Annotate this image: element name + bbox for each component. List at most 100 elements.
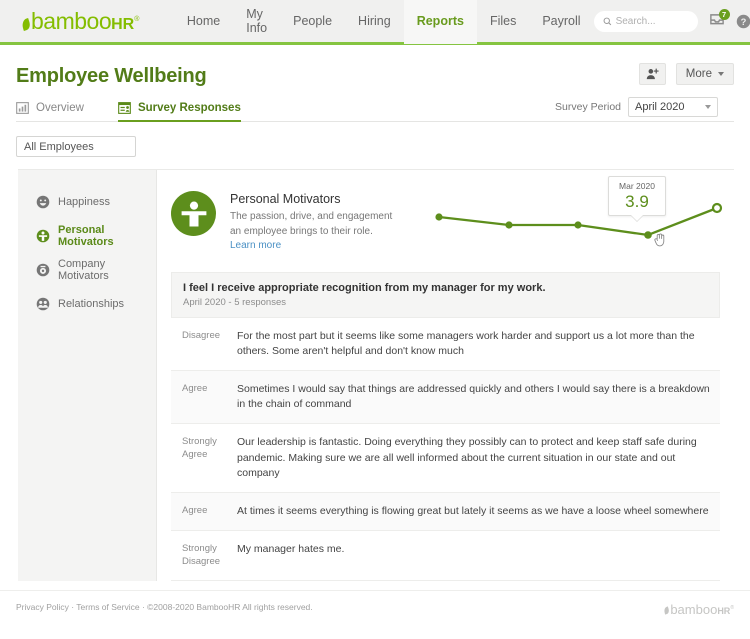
top-navigation-bar: bamboo HR ® Home My Info People Hiring Rep… [0,0,750,45]
footer-bamboohr-logo: bamboo HR ® [663,602,734,617]
tab-survey-responses[interactable]: Survey Responses [117,102,255,122]
relationships-icon [36,297,50,310]
survey-period-select[interactable]: April 2020 [628,97,718,117]
question-text: I feel I receive appropriate recognition… [183,281,546,294]
nav-item-people[interactable]: People [280,0,345,44]
bar-chart-icon [16,102,29,114]
learn-more-link[interactable]: Learn more [230,240,281,251]
help-button[interactable]: ? [736,14,750,29]
survey-period-label: Survey Period [555,101,621,113]
sidebar-item-label: Happiness [58,195,110,208]
table-row: Strongly Disagree My manager hates me. [171,531,720,581]
category-description-text: The passion, drive, and engagement an em… [230,211,393,237]
search-placeholder-text: Search... [615,15,656,27]
employee-filter-value: All Employees [24,140,94,153]
data-point-0[interactable] [435,213,443,221]
footer-logo-registered-mark: ® [730,605,734,611]
add-person-icon [646,68,659,80]
tooltip-score-value: 3.9 [625,192,649,212]
footer-legal-text[interactable]: Privacy Policy · Terms of Service · ©200… [16,602,313,612]
sidebar-item-label: Personal Motivators [58,223,114,248]
survey-period-control: Survey Period April 2020 [555,97,718,117]
main-nav-items: Home My Info People Hiring Reports Files… [174,0,594,44]
response-text: Our leadership is fantastic. Doing every… [237,436,697,479]
sidebar-item-company-motivators[interactable]: Company Motivators [18,257,156,282]
notification-count-badge: 7 [718,9,730,20]
nav-item-reports[interactable]: Reports [403,0,477,44]
nav-item-files[interactable]: Files [477,0,529,44]
response-text: At times it seems everything is flowing … [237,505,709,518]
sidebar-item-happiness[interactable]: Happiness [18,190,156,213]
more-button-label: More [685,68,712,80]
response-text: Sometimes I would say that things are ad… [237,382,710,411]
logo-registered-mark: ® [134,15,139,23]
more-button[interactable]: More [675,63,734,85]
nav-item-hiring[interactable]: Hiring [345,0,404,44]
data-point-1[interactable] [505,221,513,229]
page-title: Employee Wellbeing [16,65,207,87]
category-description: The passion, drive, and engagement an em… [230,210,400,254]
search-icon [603,17,611,25]
chart-tooltip: Mar 2020 3.9 [608,176,666,222]
report-body: Happiness Personal Motivators Company Mo… [18,169,734,581]
hand-cursor-icon [654,233,665,247]
table-row: Agree Sometimes I would say that things … [171,370,720,425]
nav-right-controls: Search... 7 ? [593,9,750,32]
response-text: For the most part but it seems like some… [237,329,695,357]
notifications-button[interactable]: 7 [709,9,730,28]
sparkline-svg [435,202,723,239]
chevron-down-icon [705,105,711,109]
nav-item-my-info[interactable]: My Info [233,0,280,44]
personal-motivators-icon [36,229,50,242]
tooltip-period-label: Mar 2020 [619,181,655,191]
page-footer: Privacy Policy · Terms of Service · ©200… [0,590,750,639]
survey-period-value: April 2020 [635,101,685,113]
footer-logo-bamboo-text: bamboo [670,602,718,617]
data-point-2[interactable] [574,221,582,229]
chevron-down-icon [718,72,724,76]
sidebar-item-personal-motivators[interactable]: Personal Motivators [18,223,156,248]
sidebar-item-label: Company Motivators [58,257,109,282]
response-text: My manager hates me. [237,543,345,556]
add-person-button[interactable] [638,63,666,85]
tab-survey-responses-label: Survey Responses [137,102,241,114]
response-rating: Strongly Agree [182,436,217,461]
response-rating: Strongly Disagree [182,543,221,568]
logo-hr-text: HR [111,15,135,33]
response-rating: Disagree [182,329,221,341]
data-point-3-highlighted[interactable] [644,231,652,239]
tooltip-arrow [631,215,643,222]
table-row: Disagree For the most part but it seems … [171,318,720,371]
nav-item-payroll[interactable]: Payroll [529,0,593,44]
filter-row: All Employees [0,122,750,157]
employee-filter-input[interactable]: All Employees [16,136,136,157]
footer-logo-hr-text: HR [717,606,731,616]
nav-item-home[interactable]: Home [174,0,233,44]
leaf-icon [663,606,671,615]
tab-overview-label: Overview [36,102,84,114]
bamboohr-logo[interactable]: bamboo HR ® [20,7,139,35]
search-input[interactable]: Search... [593,10,698,32]
sidebar-item-label: Relationships [58,297,125,310]
question-header-box: I feel I receive appropriate recognition… [171,271,720,318]
sidebar-item-relationships[interactable]: Relationships [18,292,156,315]
response-rating: Agree [182,505,208,517]
page-header-actions: More [638,63,734,85]
data-point-4[interactable] [711,202,723,214]
response-rating: Agree [182,382,208,394]
help-icon: ? [736,14,750,28]
question-meta: April 2020 - 5 responses [183,296,286,308]
svg-text:?: ? [740,16,746,26]
company-motivators-icon [36,263,50,276]
tab-overview[interactable]: Overview [16,102,98,121]
personal-motivators-glyph-icon [181,201,206,226]
category-avatar [171,191,216,236]
happiness-icon [36,195,50,208]
report-tabs: Overview Survey Responses Survey Period … [16,97,734,122]
table-row: Agree At times it seems everything is fl… [171,493,720,532]
logo-bamboo-text: bamboo [31,7,112,34]
table-row: Strongly Agree Our leadership is fantast… [171,424,720,494]
category-text: Personal Motivators The passion, drive, … [230,188,400,254]
leaf-icon [20,17,32,31]
category-sidebar: Happiness Personal Motivators Company Mo… [18,170,157,581]
